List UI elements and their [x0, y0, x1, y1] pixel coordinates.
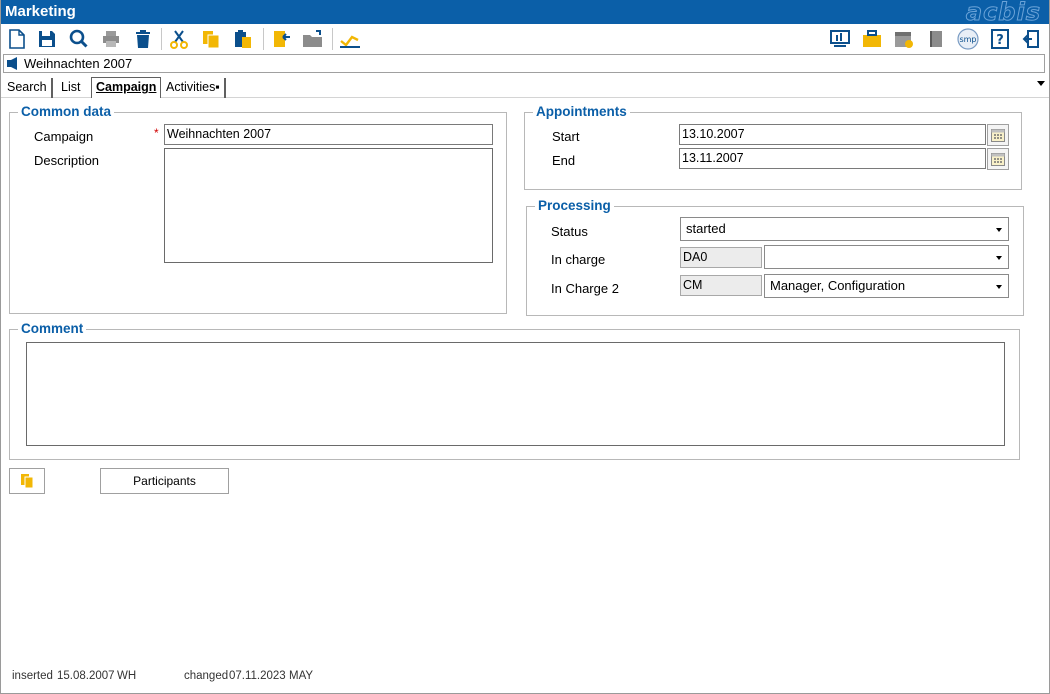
appointments-legend: Appointments: [533, 104, 630, 119]
end-label: End: [552, 153, 576, 168]
in-charge-select[interactable]: [764, 245, 1009, 269]
tab-activities[interactable]: Activities▪: [162, 78, 226, 98]
end-date-input[interactable]: 13.11.2007: [679, 148, 986, 169]
paste-icon[interactable]: [231, 27, 255, 51]
inserted-user: WH: [117, 670, 137, 682]
tab-dropdown-icon[interactable]: [1037, 81, 1045, 86]
changed-label: changed: [184, 670, 229, 682]
monitor-icon[interactable]: [828, 27, 852, 51]
calendar-check-icon[interactable]: [892, 27, 916, 51]
smp-icon[interactable]: smp: [956, 27, 980, 51]
record-bar: Weihnachten 2007: [3, 54, 1045, 73]
common-data-group: Common data Campaign * Weihnachten 2007 …: [9, 104, 507, 314]
inserted-date: 15.08.2007: [57, 670, 115, 682]
in-charge-code-field: DA0: [680, 247, 762, 268]
speaker-icon: [7, 57, 19, 73]
toolbar-separator: [332, 28, 333, 50]
inserted-label: inserted: [12, 670, 53, 682]
status-select[interactable]: started: [680, 217, 1009, 241]
chevron-down-icon: [996, 228, 1002, 232]
description-textarea[interactable]: [164, 148, 493, 263]
changed-user: MAY: [289, 670, 314, 682]
status-value: started: [686, 221, 726, 236]
toolbar: smp ?: [1, 24, 1049, 54]
delete-icon[interactable]: [131, 27, 155, 51]
copy-button[interactable]: [9, 468, 45, 494]
required-marker: *: [154, 126, 159, 140]
svg-text:?: ?: [996, 33, 1004, 48]
save-icon[interactable]: [35, 27, 59, 51]
processing-legend: Processing: [535, 198, 614, 213]
cut-icon[interactable]: [167, 27, 191, 51]
comment-legend: Comment: [18, 321, 87, 336]
start-date-input[interactable]: 13.10.2007: [679, 124, 986, 145]
tab-campaign[interactable]: Campaign: [91, 77, 162, 98]
window-title: Marketing: [5, 3, 76, 20]
appointments-group: Appointments Start 13.10.2007 End 13.11.…: [524, 104, 1022, 190]
calendar-icon[interactable]: [987, 124, 1009, 146]
chevron-down-icon: [996, 285, 1002, 289]
svg-text:smp: smp: [959, 35, 976, 44]
in-charge-label: In charge: [551, 252, 606, 267]
comment-textarea[interactable]: [26, 342, 1005, 446]
book-icon[interactable]: [924, 27, 948, 51]
record-title: Weihnachten 2007: [24, 56, 133, 71]
in-charge-2-name: Manager, Configuration: [770, 278, 906, 293]
search-icon[interactable]: [67, 27, 91, 51]
common-data-legend: Common data: [18, 104, 115, 119]
copy-icon: [21, 474, 34, 489]
tab-list[interactable]: List: [57, 78, 84, 98]
help-icon[interactable]: ?: [988, 27, 1012, 51]
processing-group: Processing Status started In charge DA0 …: [526, 198, 1024, 316]
exit-icon[interactable]: [1020, 27, 1044, 51]
print-icon[interactable]: [99, 27, 123, 51]
start-label: Start: [552, 129, 580, 144]
toolbar-separator: [161, 28, 162, 50]
tab-search[interactable]: Search: [3, 78, 53, 98]
import-icon[interactable]: [269, 27, 293, 51]
copy-icon[interactable]: [199, 27, 223, 51]
calendar-icon[interactable]: [987, 148, 1009, 170]
tab-bar: Search List Campaign Activities▪: [1, 77, 1049, 98]
description-label: Description: [34, 153, 100, 168]
participants-button[interactable]: Participants: [100, 468, 229, 494]
chart-icon[interactable]: [338, 27, 362, 51]
toolbar-separator: [263, 28, 264, 50]
title-bar: Marketing acbis: [1, 0, 1049, 26]
status-label: Status: [551, 224, 588, 239]
in-charge-2-select[interactable]: Manager, Configuration: [764, 274, 1009, 298]
campaign-input[interactable]: Weihnachten 2007: [164, 124, 493, 145]
acbis-logo: acbis: [965, 0, 1041, 26]
changed-date: 07.11.2023: [229, 670, 286, 682]
in-charge-2-label: In Charge 2: [551, 281, 619, 296]
in-charge-2-code-field: CM: [680, 275, 762, 296]
open-folder-icon[interactable]: [301, 27, 325, 51]
chevron-down-icon: [996, 256, 1002, 260]
briefcase-icon[interactable]: [860, 27, 884, 51]
comment-group: Comment: [9, 321, 1020, 460]
marketing-window: Marketing acbis smp ? Weihnachten 2007 S…: [0, 0, 1050, 694]
new-document-icon[interactable]: [5, 27, 29, 51]
campaign-label: Campaign: [34, 129, 94, 144]
